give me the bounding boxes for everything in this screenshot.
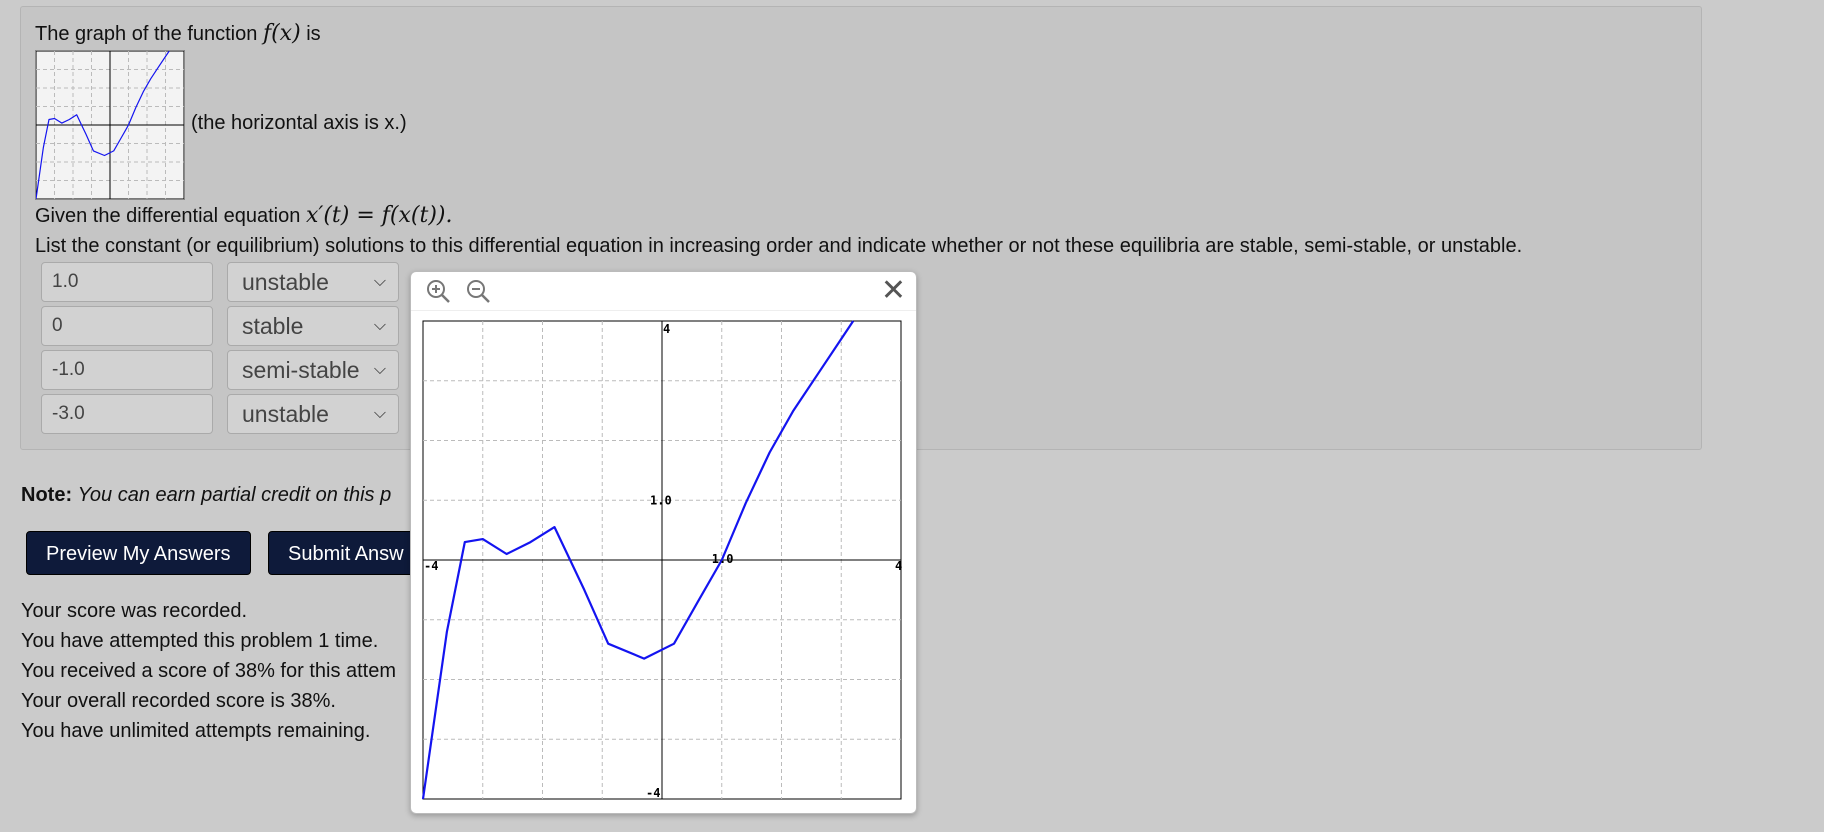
instructions: List the constant (or equilibrium) solut… [35, 235, 1523, 257]
chevron-down-icon: ⌵ [373, 317, 386, 334]
stability-value-3: semi-stable [242, 357, 360, 383]
stability-value-2: stable [242, 313, 304, 339]
stability-select-4[interactable]: unstable ⌵ [227, 394, 399, 434]
tick-label-x-min: -4 [424, 559, 438, 573]
status-line-5: You have unlimited attempts remaining. [21, 720, 371, 742]
graph-popup: ✕ -4 4 1.0 4 -4 1.0 [410, 271, 917, 814]
equilibrium-input-4[interactable] [41, 394, 213, 434]
given-text: Given the differential equation [35, 205, 301, 227]
tick-label-y-max: 4 [663, 322, 670, 336]
chevron-down-icon: ⌵ [373, 273, 386, 290]
zoom-out-icon[interactable] [465, 278, 491, 304]
close-icon[interactable]: ✕ [881, 274, 906, 308]
given-math: x′(t) = f(x(t)). [305, 203, 453, 228]
equilibrium-input-1[interactable] [41, 262, 213, 302]
intro-text: The graph of the function [35, 23, 258, 45]
intro-line: The graph of the function f(x) is [35, 21, 321, 46]
submit-answers-button[interactable]: Submit Answ [268, 531, 418, 575]
intro-math: f(x) [262, 21, 301, 46]
stability-value-4: unstable [242, 401, 329, 427]
tick-label-y-one: 1.0 [650, 493, 672, 507]
chevron-down-icon: ⌵ [373, 405, 386, 422]
status-line-2: You have attempted this problem 1 time. [21, 630, 379, 652]
stability-select-1[interactable]: unstable ⌵ [227, 262, 399, 302]
stability-value-1: unstable [242, 269, 329, 295]
tick-label-y-min: -4 [646, 786, 660, 800]
stability-select-3[interactable]: semi-stable ⌵ [227, 350, 399, 390]
equilibrium-input-3[interactable] [41, 350, 213, 390]
preview-answers-button[interactable]: Preview My Answers [26, 531, 251, 575]
note-label: Note: [21, 484, 73, 506]
intro-tail: is [306, 23, 321, 45]
note-text: You can earn partial credit on this p [77, 484, 392, 506]
function-graph-thumbnail[interactable] [35, 50, 185, 200]
status-line-3: You received a score of 38% for this att… [21, 660, 397, 682]
status-line-4: Your overall recorded score is 38%. [21, 690, 336, 712]
note: Note: You can earn partial credit on thi… [21, 484, 391, 507]
thumbnail-graph [35, 50, 185, 200]
tick-label-x-one: 1.0 [712, 552, 734, 566]
function-graph-large: -4 4 1.0 4 -4 1.0 [421, 320, 902, 800]
chevron-down-icon: ⌵ [373, 361, 386, 378]
equilibrium-input-2[interactable] [41, 306, 213, 346]
tick-label-x-max: 4 [895, 559, 902, 573]
zoom-in-icon[interactable] [425, 278, 451, 304]
given-line: Given the differential equation x′(t) = … [35, 203, 452, 228]
stability-select-2[interactable]: stable ⌵ [227, 306, 399, 346]
status-line-1: Your score was recorded. [21, 600, 248, 622]
popup-toolbar: ✕ [411, 272, 916, 311]
axis-note: (the horizontal axis is x.) [191, 112, 407, 134]
